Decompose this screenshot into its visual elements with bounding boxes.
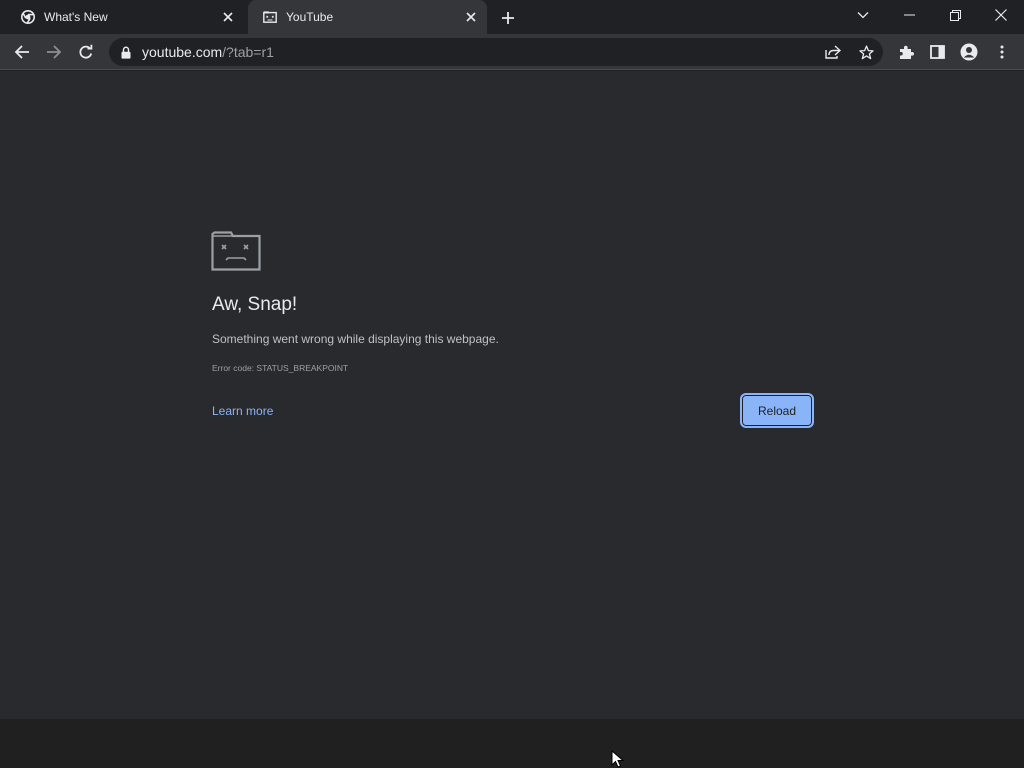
kebab-menu-icon <box>1000 45 1004 59</box>
minimize-button[interactable] <box>886 0 932 30</box>
avatar-icon <box>960 43 978 61</box>
new-tab-button[interactable] <box>497 7 519 29</box>
url-path: /?tab=r1 <box>222 44 274 60</box>
refresh-icon <box>79 44 93 59</box>
forward-button[interactable] <box>40 38 68 66</box>
tab-search-button[interactable] <box>840 0 886 30</box>
lock-icon[interactable] <box>119 44 133 60</box>
share-button[interactable] <box>822 41 844 63</box>
arrow-right-icon <box>47 45 62 59</box>
close-tab-icon[interactable] <box>463 9 479 25</box>
reload-page-button[interactable] <box>72 38 100 66</box>
url-text: youtube.com/?tab=r1 <box>142 44 274 60</box>
bottom-bar <box>0 719 1024 768</box>
extensions-button[interactable] <box>892 38 920 66</box>
restore-button[interactable] <box>932 0 978 30</box>
side-panel-icon <box>929 45 945 59</box>
restore-icon <box>949 9 961 21</box>
chrome-logo-icon <box>20 9 36 25</box>
bookmark-button[interactable] <box>855 41 877 63</box>
close-window-button[interactable] <box>978 0 1024 30</box>
mouse-cursor-icon <box>611 750 625 768</box>
sad-folder-icon <box>211 231 261 271</box>
toolbar: youtube.com/?tab=r1 <box>0 34 1024 70</box>
minimize-icon <box>903 14 915 16</box>
tab-youtube[interactable]: YouTube <box>248 0 487 34</box>
sad-tab-icon <box>262 9 278 25</box>
error-heading: Aw, Snap! <box>212 294 298 315</box>
tab-title: What's New <box>44 10 108 24</box>
share-icon <box>825 45 841 59</box>
reload-button[interactable]: Reload <box>740 393 814 428</box>
profile-button[interactable] <box>955 38 983 66</box>
close-tab-icon[interactable] <box>220 9 236 25</box>
learn-more-link[interactable]: Learn more <box>212 404 273 418</box>
puzzle-icon <box>900 45 914 59</box>
error-code: Error code: STATUS_BREAKPOINT <box>212 363 349 373</box>
star-icon <box>858 44 874 59</box>
close-icon <box>995 9 1007 21</box>
menu-button[interactable] <box>988 38 1016 66</box>
address-bar[interactable]: youtube.com/?tab=r1 <box>109 38 883 66</box>
url-host: youtube.com <box>142 44 223 60</box>
tab-strip: What's New YouTube <box>0 0 1024 34</box>
tab-whats-new[interactable]: What's New <box>6 0 244 34</box>
side-panel-button[interactable] <box>923 38 951 66</box>
error-message: Something went wrong while displaying th… <box>212 332 499 346</box>
plus-icon <box>502 12 514 24</box>
back-button[interactable] <box>8 38 36 66</box>
arrow-left-icon <box>14 45 29 59</box>
chevron-down-icon <box>857 12 869 19</box>
error-page: Aw, Snap! Something went wrong while dis… <box>0 71 1024 719</box>
tab-title: YouTube <box>286 10 334 24</box>
